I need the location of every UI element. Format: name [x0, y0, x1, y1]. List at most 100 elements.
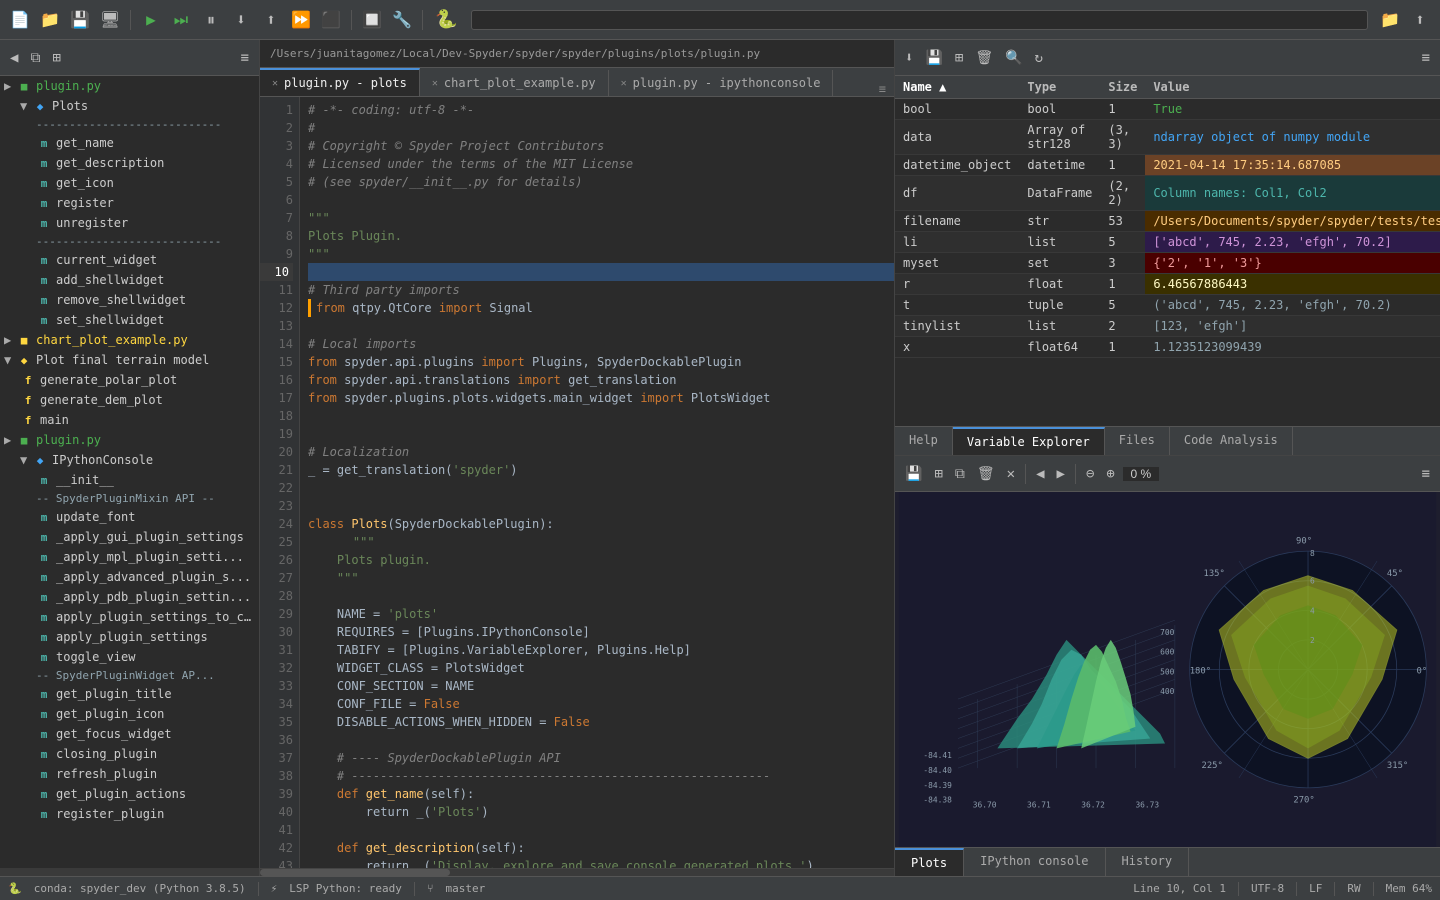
stop-icon[interactable]: ⬛ [319, 8, 343, 32]
sidebar-item-generate-dem[interactable]: f generate_dem_plot [0, 390, 259, 410]
continue-icon[interactable]: ⏩ [289, 8, 313, 32]
sidebar-item-chart-plot[interactable]: ▶ ■ chart_plot_example.py [0, 330, 259, 350]
sidebar-item-register-plugin[interactable]: m register_plugin [0, 804, 259, 824]
editor-tab-menu-icon[interactable]: ≡ [871, 82, 894, 96]
sidebar-item-apply-settings-to-c[interactable]: m apply_plugin_settings_to_c... [0, 607, 259, 627]
sidebar-split-icon[interactable]: ⧉ [26, 48, 44, 68]
run-icon[interactable]: ▶ [139, 8, 163, 32]
up-dir-icon[interactable]: ⬆ [1408, 8, 1432, 32]
sidebar-item-plugin-py-ipython[interactable]: ▶ ■ plugin.py [0, 430, 259, 450]
sidebar-item-get-plugin-icon[interactable]: m get_plugin_icon [0, 704, 259, 724]
sidebar-item-toggle-view[interactable]: m toggle_view [0, 647, 259, 667]
sidebar-menu-icon[interactable]: ≡ [237, 48, 253, 68]
sidebar-item-get-description[interactable]: m get_description [0, 153, 259, 173]
tab-plugin-plots[interactable]: ✕ plugin.py - plots [260, 68, 420, 96]
sidebar-item-refresh-plugin[interactable]: m refresh_plugin [0, 764, 259, 784]
tab-help[interactable]: Help [895, 427, 953, 455]
tab-variable-explorer[interactable]: Variable Explorer [953, 427, 1105, 455]
sidebar-item-register[interactable]: m register [0, 193, 259, 213]
col-type-header[interactable]: Type [1019, 76, 1100, 99]
sidebar-item-apply-settings[interactable]: m apply_plugin_settings [0, 627, 259, 647]
sidebar-item-get-focus-widget[interactable]: m get_focus_widget [0, 724, 259, 744]
sidebar-item-get-icon[interactable]: m get_icon [0, 173, 259, 193]
debugger-icon[interactable]: 🔲 [360, 8, 384, 32]
run-file-icon[interactable]: ⏭ [169, 8, 193, 32]
tab-files[interactable]: Files [1105, 427, 1170, 455]
plot-menu-icon[interactable]: ≡ [1418, 464, 1434, 484]
var-menu-icon[interactable]: ≡ [1418, 48, 1434, 68]
table-row[interactable]: filename str 53 /Users/Documents/spyder/… [895, 211, 1440, 232]
sidebar-item-get-name[interactable]: m get_name [0, 133, 259, 153]
sidebar-item-apply-gui[interactable]: m _apply_gui_plugin_settings [0, 527, 259, 547]
tab-plots[interactable]: Plots [895, 848, 964, 876]
sidebar-item-plots-folder[interactable]: ▼ ◆ Plots [0, 96, 259, 116]
sidebar-item-init[interactable]: m __init__ [0, 470, 259, 490]
table-row[interactable]: df DataFrame (2, 2) Column names: Col1, … [895, 176, 1440, 211]
table-row[interactable]: myset set 3 {'2', '1', '3'} [895, 253, 1440, 274]
table-row[interactable]: x float64 1 1.1235123099439 [895, 337, 1440, 358]
table-row[interactable]: t tuple 5 ('abcd', 745, 2.23, 'efgh', 70… [895, 295, 1440, 316]
table-row[interactable]: r float 1 6.46567886443 [895, 274, 1440, 295]
sidebar-item-get-plugin-title[interactable]: m get_plugin_title [0, 684, 259, 704]
sidebar-item-update-font[interactable]: m update_font [0, 507, 259, 527]
sidebar-item-main[interactable]: f main [0, 410, 259, 430]
plot-next-icon[interactable]: ▶ [1053, 464, 1069, 484]
step-into-icon[interactable]: ⬇ [229, 8, 253, 32]
sidebar-back-icon[interactable]: ◀ [6, 48, 22, 68]
preferences-icon[interactable]: 🖥 [98, 8, 122, 32]
sidebar-item-generate-polar[interactable]: f generate_polar_plot [0, 370, 259, 390]
var-delete-icon[interactable]: 🗑 [971, 48, 997, 68]
sidebar-item-plugin-py-plots[interactable]: ▶ ■ plugin.py [0, 76, 259, 96]
plot-save-icon[interactable]: 💾 [901, 464, 926, 484]
var-search-icon[interactable]: 🔍 [1001, 48, 1026, 68]
table-row[interactable]: tinylist list 2 [123, 'efgh'] [895, 316, 1440, 337]
tab-code-analysis[interactable]: Code Analysis [1170, 427, 1293, 455]
tab-plugin-ipython[interactable]: ✕ plugin.py - ipythonconsole [609, 70, 834, 96]
path-input[interactable]: ianitagomez/Local/Dev-Spyder/spyder/spyd… [471, 10, 1368, 30]
plot-delete-icon[interactable]: 🗑 [973, 464, 999, 484]
sidebar-item-set-shellwidget[interactable]: m set_shellwidget [0, 310, 259, 330]
var-save-icon[interactable]: ⬇ [901, 48, 917, 68]
col-name-header[interactable]: Name ▲ [895, 76, 1019, 99]
step-out-icon[interactable]: ⬆ [259, 8, 283, 32]
var-refresh-icon[interactable]: ↻ [1031, 48, 1047, 68]
table-row[interactable]: data Array of str128 (3, 3) ndarray obje… [895, 120, 1440, 155]
tab-close-icon[interactable]: ✕ [432, 78, 438, 89]
plot-copy-icon[interactable]: ⊞ [930, 464, 946, 484]
tab-close-icon[interactable]: ✕ [272, 78, 278, 89]
table-row[interactable]: datetime_object datetime 1 2021-04-14 17… [895, 155, 1440, 176]
sidebar-item-apply-mpl[interactable]: m _apply_mpl_plugin_setti... [0, 547, 259, 567]
var-copy-icon[interactable]: ⊞ [951, 48, 967, 68]
plot-zoom-in-icon[interactable]: ⊕ [1102, 464, 1118, 484]
tab-ipython-console[interactable]: IPython console [964, 848, 1105, 876]
sidebar-item-apply-advanced[interactable]: m _apply_advanced_plugin_s... [0, 567, 259, 587]
plot-zoom-out-icon[interactable]: ⊖ [1082, 464, 1098, 484]
code-editor[interactable]: # -*- coding: utf-8 -*- # # Copyright © … [300, 97, 894, 868]
sidebar-item-ipython-folder[interactable]: ▼ ◆ IPythonConsole [0, 450, 259, 470]
pause-icon[interactable]: ⏸ [199, 8, 223, 32]
tab-history[interactable]: History [1106, 848, 1190, 876]
sidebar-item-apply-pdb[interactable]: m _apply_pdb_plugin_settin... [0, 587, 259, 607]
sidebar-copy-icon[interactable]: ⊞ [48, 48, 64, 68]
plot-clone-icon[interactable]: ⧉ [951, 464, 969, 484]
browse-icon[interactable]: 📁 [1378, 8, 1402, 32]
tools-icon[interactable]: 🔧 [390, 8, 414, 32]
sidebar-item-current-widget[interactable]: m current_widget [0, 250, 259, 270]
var-import-icon[interactable]: 💾 [921, 48, 946, 68]
sidebar-item-add-shellwidget[interactable]: m add_shellwidget [0, 270, 259, 290]
new-file-icon[interactable]: 📄 [8, 8, 32, 32]
sidebar-item-get-plugin-actions[interactable]: m get_plugin_actions [0, 784, 259, 804]
sidebar-item-closing-plugin[interactable]: m closing_plugin [0, 744, 259, 764]
editor-hscrollbar[interactable] [260, 868, 894, 876]
save-file-icon[interactable]: 💾 [68, 8, 92, 32]
col-size-header[interactable]: Size [1100, 76, 1145, 99]
table-row[interactable]: bool bool 1 True [895, 99, 1440, 120]
sidebar-item-terrain-model[interactable]: ▼ ◆ Plot final terrain model [0, 350, 259, 370]
plot-close-icon[interactable]: ✕ [1003, 464, 1019, 484]
sidebar-scrollbar[interactable] [0, 868, 259, 876]
sidebar-item-remove-shellwidget[interactable]: m remove_shellwidget [0, 290, 259, 310]
tab-chart-plot[interactable]: ✕ chart_plot_example.py [420, 70, 609, 96]
col-value-header[interactable]: Value [1145, 76, 1440, 99]
table-row[interactable]: li list 5 ['abcd', 745, 2.23, 'efgh', 70… [895, 232, 1440, 253]
plot-zoom-input[interactable]: 0 % [1123, 467, 1159, 481]
